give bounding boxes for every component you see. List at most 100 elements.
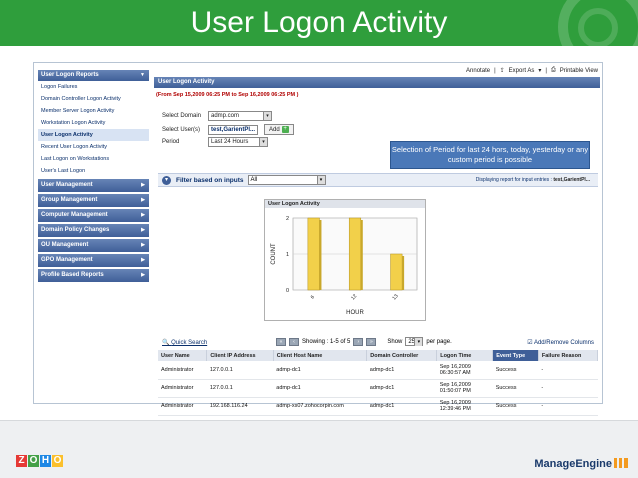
table-cell: admp-xs07.zohocorpin.com (273, 397, 367, 416)
annotate-link[interactable]: Annotate (466, 68, 490, 74)
sidebar-section-label: Domain Policy Changes (41, 227, 110, 233)
chevron-down-icon: ▾ (259, 138, 267, 146)
logon-chart: User Logon Activity 0 1 2 6 12 13 HOUR COUNT (264, 199, 426, 321)
filter-icon[interactable]: ▾ (162, 175, 171, 185)
bar-chart-svg: 0126 12 13HOURCOUNT (271, 216, 418, 316)
sidebar-section-gpo-management[interactable]: GPO Management ▶ (38, 254, 149, 267)
chart-bar (307, 217, 320, 291)
prev-page-icon[interactable]: ‹ (289, 337, 299, 346)
date-range: (From Sep 15,2009 06:25 PM to Sep 16,200… (156, 92, 299, 98)
filter-label: Filter based on inputs (176, 176, 244, 184)
add-user-button[interactable]: Add + (264, 124, 294, 135)
column-header[interactable]: Failure Reason (538, 350, 599, 361)
table-cell: admp-dc1 (366, 379, 437, 398)
export-icon: ⇪ (499, 68, 505, 74)
domain-select[interactable]: admp.com ▾ (208, 111, 272, 121)
chevron-right-icon: ▶ (141, 197, 145, 203)
chart-title: User Logon Activity (265, 200, 425, 208)
next-page-icon[interactable]: › (353, 337, 364, 346)
table-cell: Administrator (158, 361, 207, 380)
filter-bar: ▾ Filter based on inputs All ▾ Displayin… (158, 173, 598, 187)
sidebar-section-ou-management[interactable]: OU Management ▶ (38, 239, 149, 252)
export-link[interactable]: Export As (509, 68, 535, 74)
logon-table: User Name Client IP Address Client Host Na… (158, 350, 599, 416)
column-header[interactable]: Domain Controller (366, 350, 438, 361)
sidebar-section-profile-reports[interactable]: Profile Based Reports ▶ (38, 269, 149, 282)
table-cell: Sep 16,2009 06:30:57 AM (436, 361, 493, 380)
period-select-value: Last 24 Hours (211, 139, 249, 145)
column-header[interactable]: Logon Time (436, 350, 494, 361)
first-page-icon[interactable]: « (276, 337, 286, 346)
manageengine-logo-text: ManageEngine (534, 458, 612, 470)
sidebar-item-users-last-logon[interactable]: User's Last Logon (38, 165, 149, 177)
quick-search-link[interactable]: 🔍 Quick Search (162, 339, 207, 346)
x-tick-label: 12 (350, 293, 358, 301)
sidebar-item-logon-failures[interactable]: Logon Failures (38, 81, 149, 93)
table-cell: admp-dc1 (366, 361, 437, 380)
sidebar-section-label: Profile Based Reports (41, 272, 104, 278)
x-tick-label: 6 (310, 294, 317, 300)
sidebar-item-last-logon-workstations[interactable]: Last Logon on Workstations (38, 153, 149, 165)
table-cell: 127.0.0.1 (206, 361, 274, 380)
chevron-right-icon: ▶ (141, 227, 145, 233)
filter-info-prefix: Displaying report for input entries : (475, 177, 552, 183)
table-cell: admp-dc1 (273, 361, 367, 380)
y-tick-label: 1 (286, 252, 289, 258)
chevron-down-icon: ▾ (414, 338, 423, 346)
table-row[interactable]: Administrator 192.168.116.24 admp-xs07.zoh… (158, 397, 598, 416)
sidebar-item-dc-logon-activity[interactable]: Domain Controller Logon Activity (38, 93, 149, 105)
users-field[interactable]: test,GarientPl... (208, 124, 258, 135)
chevron-right-icon: ▶ (141, 212, 145, 218)
filter-info-value: test,GarientPl... (553, 177, 590, 183)
slide-header: User Logon Activity (0, 0, 638, 46)
table-row[interactable]: Administrator 127.0.0.1 admp-dc1 admp-dc1 Se… (158, 361, 598, 380)
x-tick-label: 13 (391, 293, 399, 301)
filter-select[interactable]: All ▾ (247, 175, 326, 185)
table-row[interactable]: Administrator 127.0.0.1 admp-dc1 admp-dc1 Se… (158, 379, 598, 398)
sidebar-header-user-logon-reports[interactable]: User Logon Reports ▼ (38, 70, 149, 81)
y-tick-label: 0 (286, 288, 289, 294)
sidebar-item-user-logon-activity[interactable]: User Logon Activity (38, 129, 149, 141)
sidebar-section-user-management[interactable]: User Management ▶ (38, 179, 149, 192)
column-header[interactable]: Event Type (492, 350, 539, 361)
chevron-right-icon: ▶ (141, 272, 145, 278)
zoho-logo-letter: Z (16, 455, 27, 467)
column-header[interactable]: Client IP Address (206, 350, 274, 361)
table-cell: Success (492, 379, 539, 398)
domain-label: Select Domain (162, 113, 202, 119)
table-cell: Administrator (158, 379, 207, 398)
period-callout: Selection of Period for last 24 hors, to… (390, 141, 590, 169)
users-row: Select User(s) test,GarientPl... Add + (162, 124, 294, 135)
zoho-logo-letter: O (28, 455, 39, 467)
sidebar-item-recent-user-logon[interactable]: Recent User Logon Activity (38, 141, 149, 153)
sidebar-section-domain-policy[interactable]: Domain Policy Changes ▶ (38, 224, 149, 237)
users-label: Select User(s) (162, 126, 201, 133)
add-remove-columns-link[interactable]: ☑ Add/Remove Columns (527, 339, 594, 346)
printable-view-link[interactable]: Printable View (560, 68, 598, 74)
table-cell: Administrator (158, 397, 207, 416)
sidebar: User Logon Reports ▼ Logon Failures Doma… (38, 70, 149, 282)
table-header-row: User Name Client IP Address Client Host Na… (158, 350, 599, 361)
chevron-down-icon[interactable]: ▾ (538, 67, 541, 74)
chevron-down-icon: ▾ (263, 112, 271, 120)
add-button-label: Add (269, 126, 280, 133)
column-header[interactable]: Client Host Name (273, 350, 368, 361)
filter-select-value: All (250, 177, 258, 183)
zoho-logo-letter: H (40, 455, 51, 467)
sidebar-section-label: User Management (41, 182, 93, 188)
sidebar-item-workstation-logon[interactable]: Workstation Logon Activity (38, 117, 149, 129)
sidebar-section-label: GPO Management (41, 257, 93, 263)
sidebar-section-computer-management[interactable]: Computer Management ▶ (38, 209, 149, 222)
last-page-icon[interactable]: » (366, 337, 377, 346)
sidebar-section-group-management[interactable]: Group Management ▶ (38, 194, 149, 207)
chart-bar (390, 253, 403, 291)
chevron-right-icon: ▶ (141, 257, 145, 263)
page-size-select[interactable]: 25 ▾ (405, 337, 424, 346)
column-header[interactable]: User Name (158, 350, 208, 361)
sidebar-item-member-server-logon[interactable]: Member Server Logon Activity (38, 105, 149, 117)
table-toolbar: 🔍 Quick Search « ‹ Showing : 1-5 of 5 › … (158, 337, 598, 348)
filter-info: Displaying report for input entries : te… (476, 177, 590, 183)
period-select[interactable]: Last 24 Hours ▾ (208, 137, 268, 147)
chart-bar-shade (360, 220, 363, 290)
users-field-value: test,GarientPl... (211, 126, 256, 133)
